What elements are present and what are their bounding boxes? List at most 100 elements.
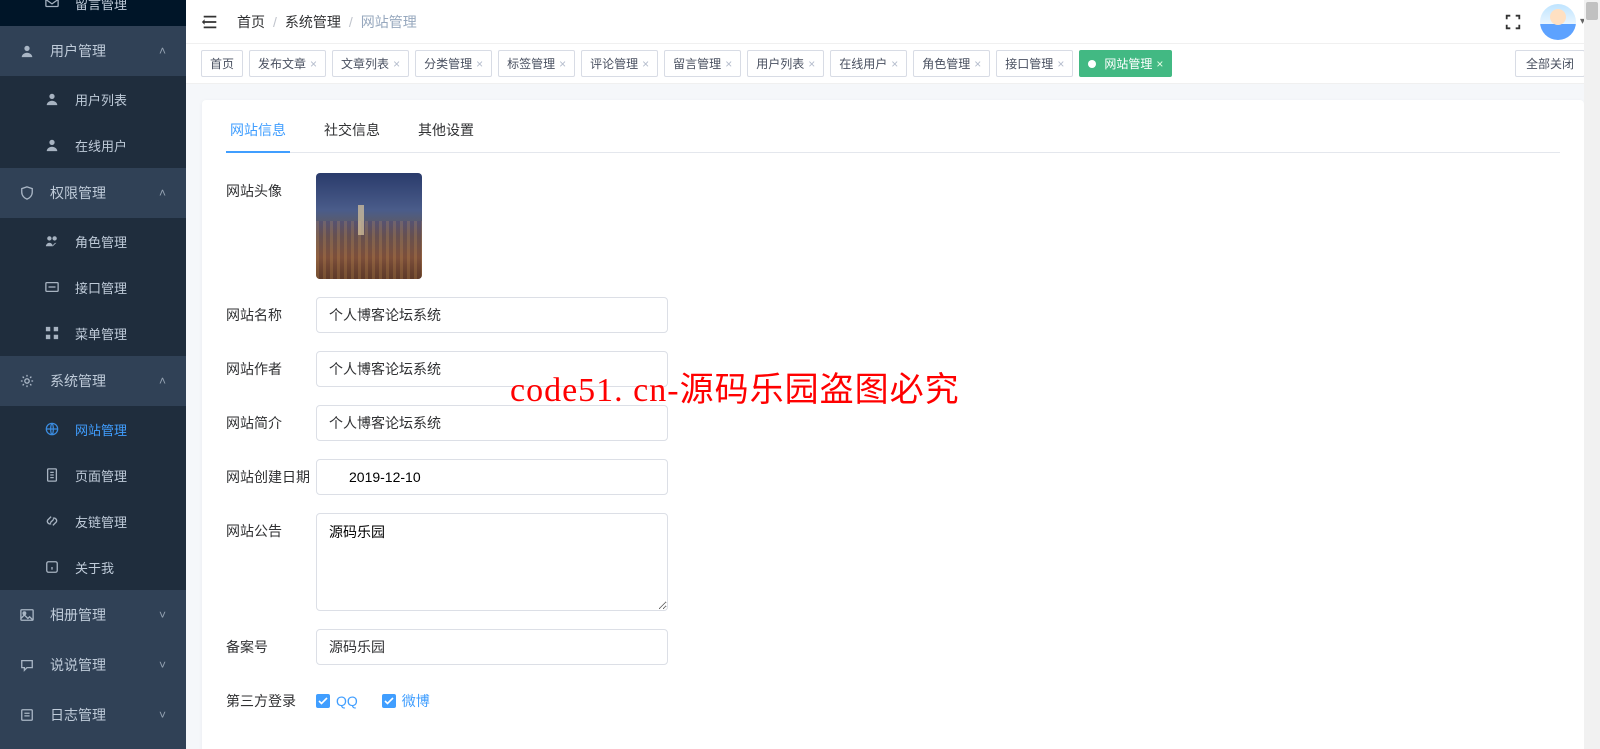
close-icon[interactable]: × <box>393 57 400 71</box>
sidebar-item-label: 说说管理 <box>50 655 106 675</box>
sidebar-item-label: 接口管理 <box>75 278 127 297</box>
fullscreen-icon[interactable] <box>1504 13 1522 31</box>
tab-article-list[interactable]: 文章列表 × <box>332 50 409 77</box>
sidebar-item-user-mgmt[interactable]: 用户管理 ˄ <box>0 26 186 76</box>
tab-label: 网站管理 <box>1104 55 1152 72</box>
sidebar-item-label: 角色管理 <box>75 232 127 251</box>
inner-tab-site-info[interactable]: 网站信息 <box>226 120 290 152</box>
sidebar-item-label: 友链管理 <box>75 512 127 531</box>
close-icon[interactable]: × <box>476 57 483 71</box>
sidebar-item-label: 菜单管理 <box>75 324 127 343</box>
tab-category-mgmt[interactable]: 分类管理 × <box>415 50 492 77</box>
breadcrumb-system[interactable]: 系统管理 <box>285 12 341 32</box>
form-card: 网站信息 社交信息 其他设置 网站头像 网站名称 网站作者 网 <box>202 100 1584 749</box>
breadcrumb-current: 网站管理 <box>361 12 417 32</box>
close-icon[interactable]: × <box>808 57 815 71</box>
label-site-notice: 网站公告 <box>226 513 316 541</box>
tab-message-mgmt[interactable]: 留言管理 × <box>664 50 741 77</box>
tab-online-user[interactable]: 在线用户 × <box>830 50 907 77</box>
site-name-input[interactable] <box>316 297 668 333</box>
tab-label: 文章列表 <box>341 55 389 72</box>
close-all-tabs-button[interactable]: 全部关闭 <box>1515 50 1585 77</box>
sidebar-item-label: 权限管理 <box>50 183 106 203</box>
checkbox-qq[interactable]: QQ <box>316 693 358 709</box>
sidebar-item-link-mgmt[interactable]: 友链管理 <box>0 498 186 544</box>
site-intro-input[interactable] <box>316 405 668 441</box>
close-icon[interactable]: × <box>891 57 898 71</box>
tab-home[interactable]: 首页 <box>201 50 243 77</box>
record-no-input[interactable] <box>316 629 668 665</box>
sidebar-item-role-mgmt[interactable]: 角色管理 <box>0 218 186 264</box>
tab-tag-mgmt[interactable]: 标签管理× <box>498 50 575 77</box>
sidebar-item-label: 用户管理 <box>50 41 106 61</box>
tab-role-mgmt[interactable]: 角色管理× <box>913 50 990 77</box>
tab-label: 首页 <box>210 55 234 72</box>
sidebar-item-label: 页面管理 <box>75 466 127 485</box>
sidebar-item-system-mgmt[interactable]: 系统管理 ˄ <box>0 356 186 406</box>
shield-icon <box>20 186 38 200</box>
users-icon <box>45 234 63 248</box>
user-avatar-dropdown[interactable]: ▾ <box>1540 4 1585 40</box>
sidebar: 留言管理 用户管理 ˄ 用户列表 在线用户 权限管理 ˄ 角色管理 接口管理 <box>0 0 186 749</box>
log-icon <box>20 708 38 722</box>
tab-publish-article[interactable]: 发布文章 × <box>249 50 326 77</box>
sidebar-item-api-mgmt[interactable]: 接口管理 <box>0 264 186 310</box>
close-icon[interactable]: × <box>642 57 649 71</box>
tab-website-mgmt[interactable]: 网站管理 × <box>1079 50 1172 77</box>
grid-icon <box>45 326 63 340</box>
message-icon <box>45 0 63 10</box>
label-site-avatar: 网站头像 <box>226 173 316 201</box>
checkbox-weibo[interactable]: 微博 <box>382 691 430 711</box>
breadcrumb-separator: / <box>273 14 277 30</box>
close-icon[interactable]: × <box>725 57 732 71</box>
inner-tab-social-info[interactable]: 社交信息 <box>320 120 384 152</box>
tab-label: 发布文章 <box>258 55 306 72</box>
site-avatar-uploader[interactable] <box>316 173 422 279</box>
sidebar-item-permission-mgmt[interactable]: 权限管理 ˄ <box>0 168 186 218</box>
chevron-up-icon: ˄ <box>159 44 166 58</box>
content-area: 网站信息 社交信息 其他设置 网站头像 网站名称 网站作者 网 <box>186 84 1600 749</box>
sidebar-item-menu-mgmt[interactable]: 菜单管理 <box>0 310 186 356</box>
sidebar-item-label: 留言管理 <box>75 0 127 13</box>
topbar: 首页 / 系统管理 / 网站管理 ▾ <box>186 0 1600 44</box>
tab-label: 留言管理 <box>673 55 721 72</box>
close-icon[interactable]: × <box>974 57 981 71</box>
close-icon[interactable]: × <box>310 57 317 71</box>
tab-label: 在线用户 <box>839 55 887 72</box>
site-notice-textarea[interactable] <box>316 513 668 611</box>
outer-scrollbar[interactable] <box>1584 0 1600 749</box>
sidebar-item-message-mgmt[interactable]: 留言管理 <box>0 0 186 26</box>
label-site-date: 网站创建日期 <box>226 459 316 487</box>
gear-icon <box>20 374 38 388</box>
tab-api-mgmt[interactable]: 接口管理× <box>996 50 1073 77</box>
sidebar-item-website-mgmt[interactable]: 网站管理 <box>0 406 186 452</box>
api-icon <box>45 280 63 294</box>
tab-label: 分类管理 <box>424 55 472 72</box>
close-icon[interactable]: × <box>1057 57 1064 71</box>
breadcrumb-home[interactable]: 首页 <box>237 12 265 32</box>
sidebar-item-page-mgmt[interactable]: 页面管理 <box>0 452 186 498</box>
tab-user-list[interactable]: 用户列表× <box>747 50 824 77</box>
hamburger-icon[interactable] <box>201 13 219 31</box>
chevron-up-icon: ˄ <box>159 186 166 200</box>
tab-comment-mgmt[interactable]: 评论管理 × <box>581 50 658 77</box>
checkbox-label: QQ <box>336 693 358 709</box>
sidebar-item-label: 在线用户 <box>75 136 127 155</box>
sidebar-item-label: 系统管理 <box>50 371 106 391</box>
site-author-input[interactable] <box>316 351 668 387</box>
sidebar-item-online-user[interactable]: 在线用户 <box>0 122 186 168</box>
sidebar-item-user-list[interactable]: 用户列表 <box>0 76 186 122</box>
sidebar-item-log-mgmt[interactable]: 日志管理 ˅ <box>0 690 186 740</box>
close-icon[interactable]: × <box>1156 57 1163 71</box>
close-icon[interactable]: × <box>559 57 566 71</box>
breadcrumb-separator: / <box>349 14 353 30</box>
user-icon <box>45 92 63 106</box>
link-icon <box>45 514 63 528</box>
sidebar-item-about-me[interactable]: 关于我 <box>0 544 186 590</box>
checkbox-checked-icon <box>382 694 396 708</box>
sidebar-item-talk-mgmt[interactable]: 说说管理 ˅ <box>0 640 186 690</box>
site-date-input[interactable] <box>316 459 668 495</box>
sidebar-item-album-mgmt[interactable]: 相册管理 ˅ <box>0 590 186 640</box>
tab-label: 评论管理 <box>590 55 638 72</box>
inner-tab-other-settings[interactable]: 其他设置 <box>414 120 478 152</box>
